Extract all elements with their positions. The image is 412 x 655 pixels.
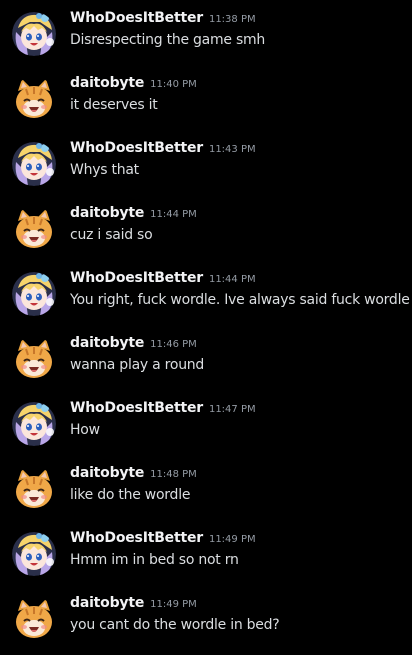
- message-author[interactable]: WhoDoesItBetter 11:49 PM: [70, 530, 256, 546]
- message-author[interactable]: WhoDoesItBetter 11:43 PM: [70, 140, 256, 156]
- message-timestamp: 11:46 PM: [150, 339, 197, 350]
- message-timestamp: 11:48 PM: [150, 469, 197, 480]
- message-item: WhoDoesItBetter 11:38 PM Disrespecting th…: [0, 10, 412, 70]
- message-timestamp: 11:49 PM: [150, 599, 197, 610]
- message-author[interactable]: daitobyte 11:40 PM: [70, 75, 197, 91]
- message-content: you cant do the wordle in bed?: [70, 617, 280, 633]
- magical-girl-avatar-icon[interactable]: [12, 12, 56, 56]
- message-timestamp: 11:43 PM: [208, 144, 256, 155]
- message-content: it deserves it: [70, 97, 158, 113]
- orange-cat-avatar-icon[interactable]: [12, 597, 56, 641]
- message-author[interactable]: WhoDoesItBetter 11:44 PM: [70, 270, 256, 286]
- message-item: daitobyte 11:44 PM cuz i said so: [0, 205, 412, 265]
- message-content: Whys that: [70, 162, 139, 178]
- magical-girl-avatar-icon[interactable]: [12, 142, 56, 186]
- message-content: wanna play a round: [70, 357, 205, 373]
- message-content: Hmm im in bed so not rn: [70, 552, 239, 568]
- message-item: daitobyte 11:49 PM you cant do the wordle…: [0, 595, 412, 655]
- message-item: WhoDoesItBetter 11:49 PM Hmm im in bed so…: [0, 530, 412, 590]
- message-content: You right, fuck wordle. Ive always said …: [70, 292, 410, 308]
- message-author[interactable]: daitobyte 11:46 PM: [70, 335, 197, 351]
- message-item: daitobyte 11:48 PM like do the wordle: [0, 465, 412, 525]
- message-author[interactable]: daitobyte 11:44 PM: [70, 205, 197, 221]
- message-timestamp: 11:44 PM: [150, 209, 197, 220]
- message-content: cuz i said so: [70, 227, 153, 243]
- message-content: How: [70, 422, 100, 438]
- message-author[interactable]: daitobyte 11:49 PM: [70, 595, 197, 611]
- message-item: daitobyte 11:40 PM it deserves it: [0, 75, 412, 135]
- message-author[interactable]: WhoDoesItBetter 11:38 PM: [70, 10, 256, 26]
- magical-girl-avatar-icon[interactable]: [12, 272, 56, 316]
- message-timestamp: 11:38 PM: [208, 14, 256, 25]
- orange-cat-avatar-icon[interactable]: [12, 467, 56, 511]
- message-author[interactable]: WhoDoesItBetter 11:47 PM: [70, 400, 256, 416]
- message-item: WhoDoesItBetter 11:44 PM You right, fuck …: [0, 270, 412, 330]
- message-timestamp: 11:40 PM: [150, 79, 197, 90]
- magical-girl-avatar-icon[interactable]: [12, 532, 56, 576]
- message-timestamp: 11:44 PM: [208, 274, 256, 285]
- message-content: Disrespecting the game smh: [70, 32, 266, 48]
- orange-cat-avatar-icon[interactable]: [12, 337, 56, 381]
- message-feed: WhoDoesItBetter 11:38 PM Disrespecting th…: [0, 0, 412, 644]
- message-item: WhoDoesItBetter 11:47 PM How: [0, 400, 412, 460]
- magical-girl-avatar-icon[interactable]: [12, 402, 56, 446]
- message-author[interactable]: daitobyte 11:48 PM: [70, 465, 197, 481]
- message-timestamp: 11:49 PM: [208, 534, 256, 545]
- message-item: daitobyte 11:46 PM wanna play a round: [0, 335, 412, 395]
- message-item: WhoDoesItBetter 11:43 PM Whys that: [0, 140, 412, 200]
- message-content: like do the wordle: [70, 487, 191, 503]
- orange-cat-avatar-icon[interactable]: [12, 207, 56, 251]
- orange-cat-avatar-icon[interactable]: [12, 77, 56, 121]
- message-timestamp: 11:47 PM: [208, 404, 256, 415]
